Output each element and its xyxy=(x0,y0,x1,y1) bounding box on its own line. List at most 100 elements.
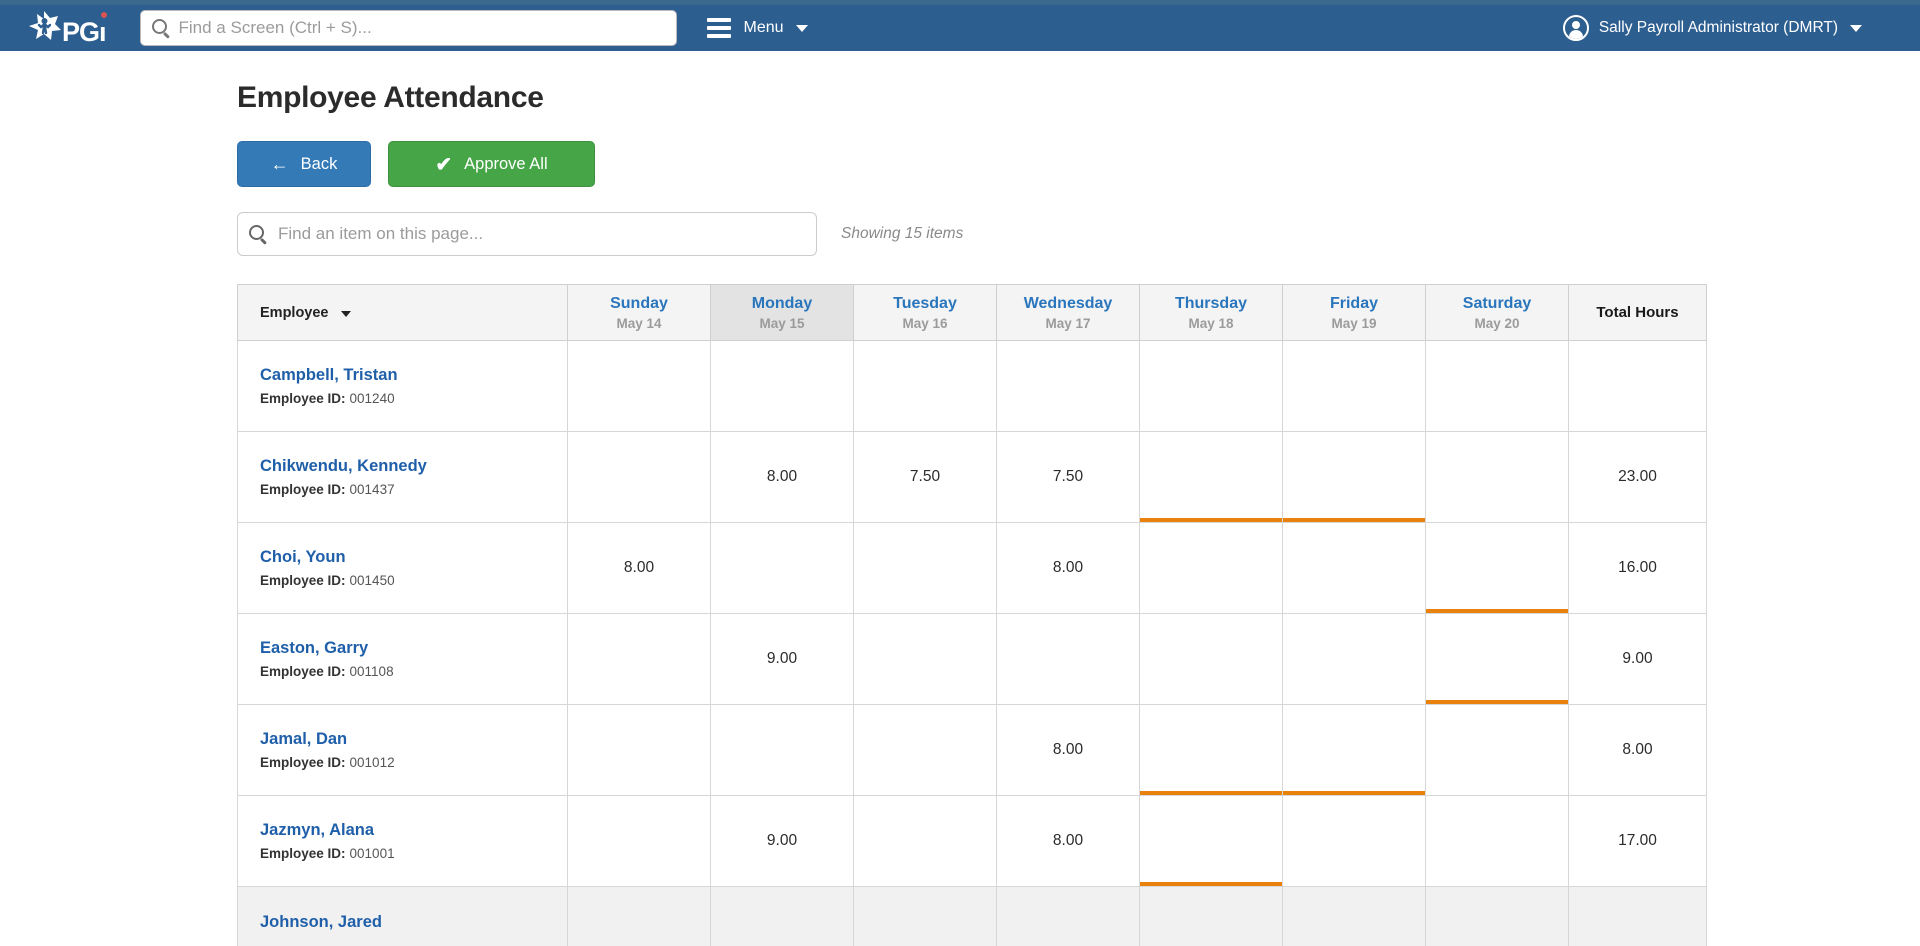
day-header-monday: Monday May 15 xyxy=(710,284,854,341)
total-hours-header: Total Hours xyxy=(1568,284,1707,341)
employee-name-link[interactable]: Choi, Youn xyxy=(260,548,557,567)
day-cell xyxy=(1139,431,1283,523)
day-cell xyxy=(853,340,997,432)
employee-id-line: Employee ID: 001001 xyxy=(260,846,557,861)
day-cell xyxy=(567,886,711,946)
user-account-menu[interactable]: Sally Payroll Administrator (DMRT) xyxy=(1562,15,1862,41)
employee-id-line: Employee ID: 001437 xyxy=(260,482,557,497)
day-link[interactable]: Wednesday xyxy=(997,295,1139,313)
day-cell xyxy=(1282,613,1426,705)
page-item-search xyxy=(237,212,817,256)
employee-id-line: Employee ID: 001450 xyxy=(260,573,557,588)
day-header-friday: Friday May 19 xyxy=(1282,284,1426,341)
table-row: Chikwendu, Kennedy Employee ID: 001437 8.… xyxy=(237,431,1707,523)
user-name-label: Sally Payroll Administrator (DMRT) xyxy=(1598,19,1838,36)
day-cell: 8.00 xyxy=(710,431,854,523)
table-row: Johnson, Jared Employee ID: xyxy=(237,886,1707,946)
day-link[interactable]: Thursday xyxy=(1140,295,1282,313)
employee-name-link[interactable]: Jamal, Dan xyxy=(260,730,557,749)
day-cell: 8.00 xyxy=(996,795,1140,887)
approve-all-button[interactable]: ✔ Approve All xyxy=(388,141,595,187)
screen-search-input[interactable] xyxy=(139,10,677,46)
employee-name-link[interactable]: Campbell, Tristan xyxy=(260,366,557,385)
top-navigation-bar: PGı Menu Sally Payroll Administrator (DM… xyxy=(0,5,1920,51)
employee-id-line: Employee ID: 001240 xyxy=(260,391,557,406)
employee-name-link[interactable]: Jazmyn, Alana xyxy=(260,821,557,840)
day-cell xyxy=(853,613,997,705)
day-cell xyxy=(1282,704,1426,796)
table-row: Jazmyn, Alana Employee ID: 001001 9.00 8.0… xyxy=(237,795,1707,887)
employee-name-link[interactable]: Easton, Garry xyxy=(260,639,557,658)
day-cell xyxy=(996,340,1140,432)
pgi-logo-text: PGı xyxy=(62,17,107,47)
day-cell: 9.00 xyxy=(710,613,854,705)
employee-cell: Campbell, Tristan Employee ID: 001240 xyxy=(237,340,568,432)
day-cell xyxy=(853,886,997,946)
employee-cell: Johnson, Jared Employee ID: xyxy=(237,886,568,946)
approve-all-label: Approve All xyxy=(464,154,548,173)
day-cell: 7.50 xyxy=(996,431,1140,523)
employee-id-value: 001012 xyxy=(349,755,395,770)
page-title: Employee Attendance xyxy=(237,81,544,114)
day-date: May 17 xyxy=(1045,315,1091,331)
pgi-logo[interactable]: PGı xyxy=(28,10,107,47)
employee-header-label: Employee xyxy=(260,304,329,321)
day-cell xyxy=(853,522,997,614)
total-cell: 8.00 xyxy=(1568,704,1707,796)
attendance-table-header: Employee Sunday May 14 Monday May 15 Tue… xyxy=(237,284,1707,341)
table-row: Choi, Youn Employee ID: 001450 8.00 8.00 16… xyxy=(237,522,1707,614)
pgi-logo-red-dot xyxy=(100,12,107,18)
back-button[interactable]: ← Back xyxy=(237,141,371,187)
day-cell xyxy=(1425,886,1569,946)
day-cell xyxy=(567,795,711,887)
total-cell xyxy=(1568,886,1707,946)
day-cell xyxy=(853,795,997,887)
total-cell: 17.00 xyxy=(1568,795,1707,887)
menu-button[interactable]: Menu xyxy=(706,18,808,38)
showing-items-count: Showing 15 items xyxy=(841,225,964,242)
day-cell xyxy=(567,431,711,523)
attendance-table-body: Campbell, Tristan Employee ID: 001240 Chi… xyxy=(237,340,1707,946)
employee-id-label: Employee ID: xyxy=(260,391,346,406)
day-cell xyxy=(710,522,854,614)
table-row: Easton, Garry Employee ID: 001108 9.00 9.0… xyxy=(237,613,1707,705)
day-cell: 7.50 xyxy=(853,431,997,523)
day-link[interactable]: Friday xyxy=(1283,295,1425,313)
day-cell xyxy=(996,613,1140,705)
day-link[interactable]: Saturday xyxy=(1426,295,1568,313)
day-cell xyxy=(996,886,1140,946)
employee-id-value: 001240 xyxy=(349,391,395,406)
employee-cell: Jamal, Dan Employee ID: 001012 xyxy=(237,704,568,796)
day-cell xyxy=(1139,795,1283,887)
employee-id-value: 001437 xyxy=(349,482,395,497)
day-link[interactable]: Monday xyxy=(711,295,853,313)
day-cell xyxy=(1282,886,1426,946)
table-row: Jamal, Dan Employee ID: 001012 8.00 8.00 xyxy=(237,704,1707,796)
day-link[interactable]: Tuesday xyxy=(854,295,996,313)
checkmark-icon: ✔ xyxy=(435,153,453,176)
day-date: May 18 xyxy=(1188,315,1234,331)
chevron-down-icon xyxy=(1850,24,1862,32)
day-header-saturday: Saturday May 20 xyxy=(1425,284,1569,341)
day-cell xyxy=(1139,340,1283,432)
back-button-label: Back xyxy=(300,154,338,173)
sort-caret-icon xyxy=(340,310,351,317)
action-button-row: ← Back ✔ Approve All xyxy=(237,141,1920,187)
day-cell xyxy=(1425,340,1569,432)
employee-column-header[interactable]: Employee xyxy=(237,284,568,341)
day-link[interactable]: Sunday xyxy=(568,295,710,313)
employee-id-line: Employee ID: 001108 xyxy=(260,664,557,679)
day-header-tuesday: Tuesday May 16 xyxy=(853,284,997,341)
day-header-thursday: Thursday May 18 xyxy=(1139,284,1283,341)
day-header-wednesday: Wednesday May 17 xyxy=(996,284,1140,341)
day-cell xyxy=(1282,431,1426,523)
employee-name-link[interactable]: Johnson, Jared xyxy=(260,913,557,932)
chevron-down-icon xyxy=(795,24,808,32)
global-screen-search xyxy=(139,10,677,46)
day-cell xyxy=(1139,704,1283,796)
day-cell xyxy=(1425,522,1569,614)
day-date: May 19 xyxy=(1331,315,1377,331)
day-cell xyxy=(710,886,854,946)
page-filter-input[interactable] xyxy=(237,212,817,256)
employee-name-link[interactable]: Chikwendu, Kennedy xyxy=(260,457,557,476)
